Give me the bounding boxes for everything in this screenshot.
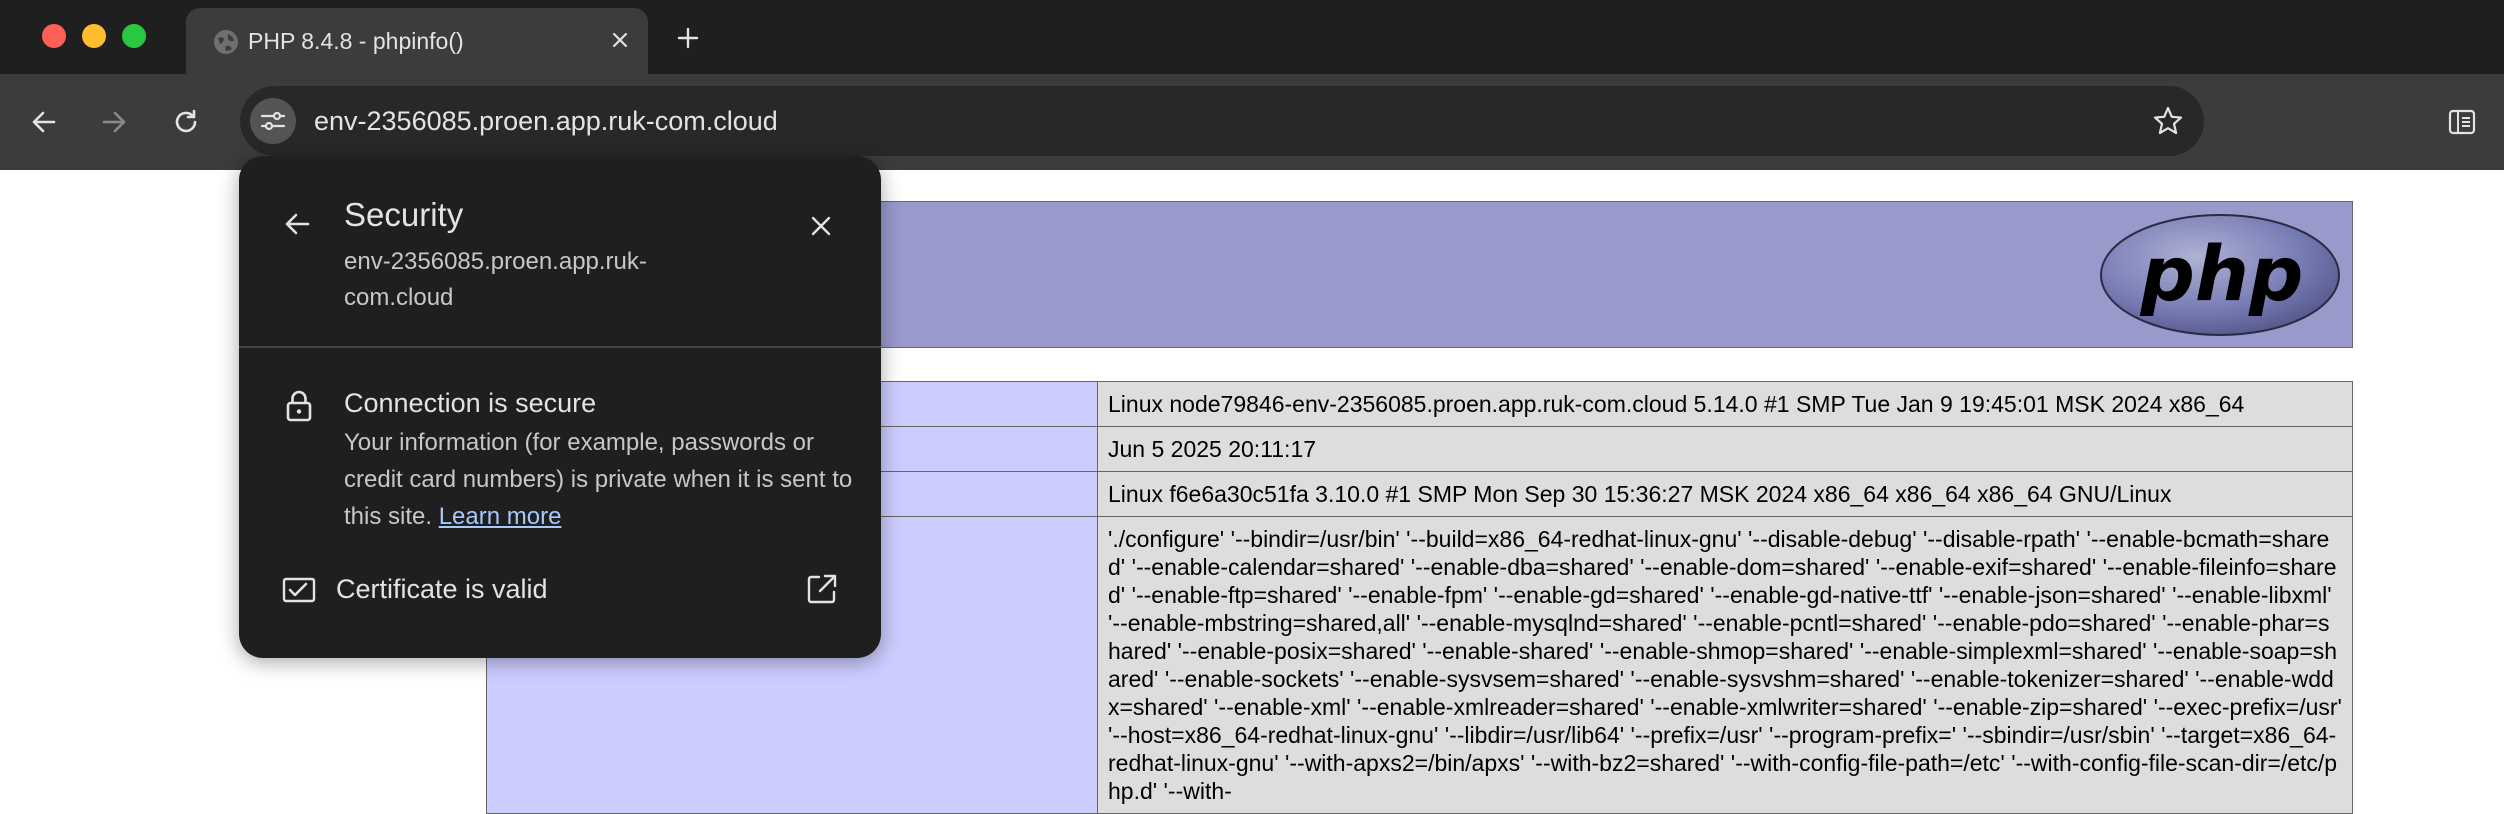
certificate-row[interactable]: Certificate is valid [239,556,881,626]
row-value: Linux f6e6a30c51fa 3.10.0 #1 SMP Mon Sep… [1097,471,2353,517]
certificate-icon [281,572,317,608]
row-value: Jun 5 2025 20:11:17 [1097,426,2353,472]
reload-icon[interactable] [164,100,208,144]
learn-more-link[interactable]: Learn more [439,503,562,530]
popup-title: Security [344,196,464,233]
address-bar[interactable]: env-2356085.proen.app.ruk-com.cloud [240,86,2204,156]
side-panel-icon[interactable] [2440,100,2484,144]
lock-icon [281,388,317,424]
browser-tab-active[interactable]: PHP 8.4.8 - phpinfo() [186,8,648,74]
bookmark-star-icon[interactable] [2150,103,2186,139]
tab-title: PHP 8.4.8 - phpinfo() [248,28,464,54]
minimize-window-button[interactable] [82,24,106,48]
close-window-button[interactable] [42,24,66,48]
globe-icon [212,28,240,56]
external-link-icon[interactable] [805,572,841,608]
svg-text:php: php [2140,229,2304,318]
forward-icon[interactable] [92,100,136,144]
row-value: './configure' '--bindir=/usr/bin' '--bui… [1097,516,2353,814]
new-tab-icon[interactable] [670,20,706,56]
connection-description-text: Your information (for example, passwords… [344,429,853,530]
tab-strip: PHP 8.4.8 - phpinfo() [0,0,2504,74]
security-popup: Security env-2356085.proen.app.ruk-com.c… [239,156,881,658]
certificate-label: Certificate is valid [336,574,548,604]
back-arrow-icon[interactable] [277,204,317,244]
php-logo: php [2100,214,2340,336]
back-icon[interactable] [22,100,66,144]
site-info-icon[interactable] [250,98,296,144]
popup-host: env-2356085.proen.app.ruk-com.cloud [344,248,647,311]
close-icon[interactable] [801,206,841,246]
connection-description: Your information (for example, passwords… [344,424,864,535]
close-tab-icon[interactable] [604,24,636,56]
url-text[interactable]: env-2356085.proen.app.ruk-com.cloud [314,86,778,156]
maximize-window-button[interactable] [122,24,146,48]
divider [239,346,881,348]
row-value: Linux node79846-env-2356085.proen.app.ru… [1097,381,2353,427]
connection-status-title: Connection is secure [344,388,597,418]
